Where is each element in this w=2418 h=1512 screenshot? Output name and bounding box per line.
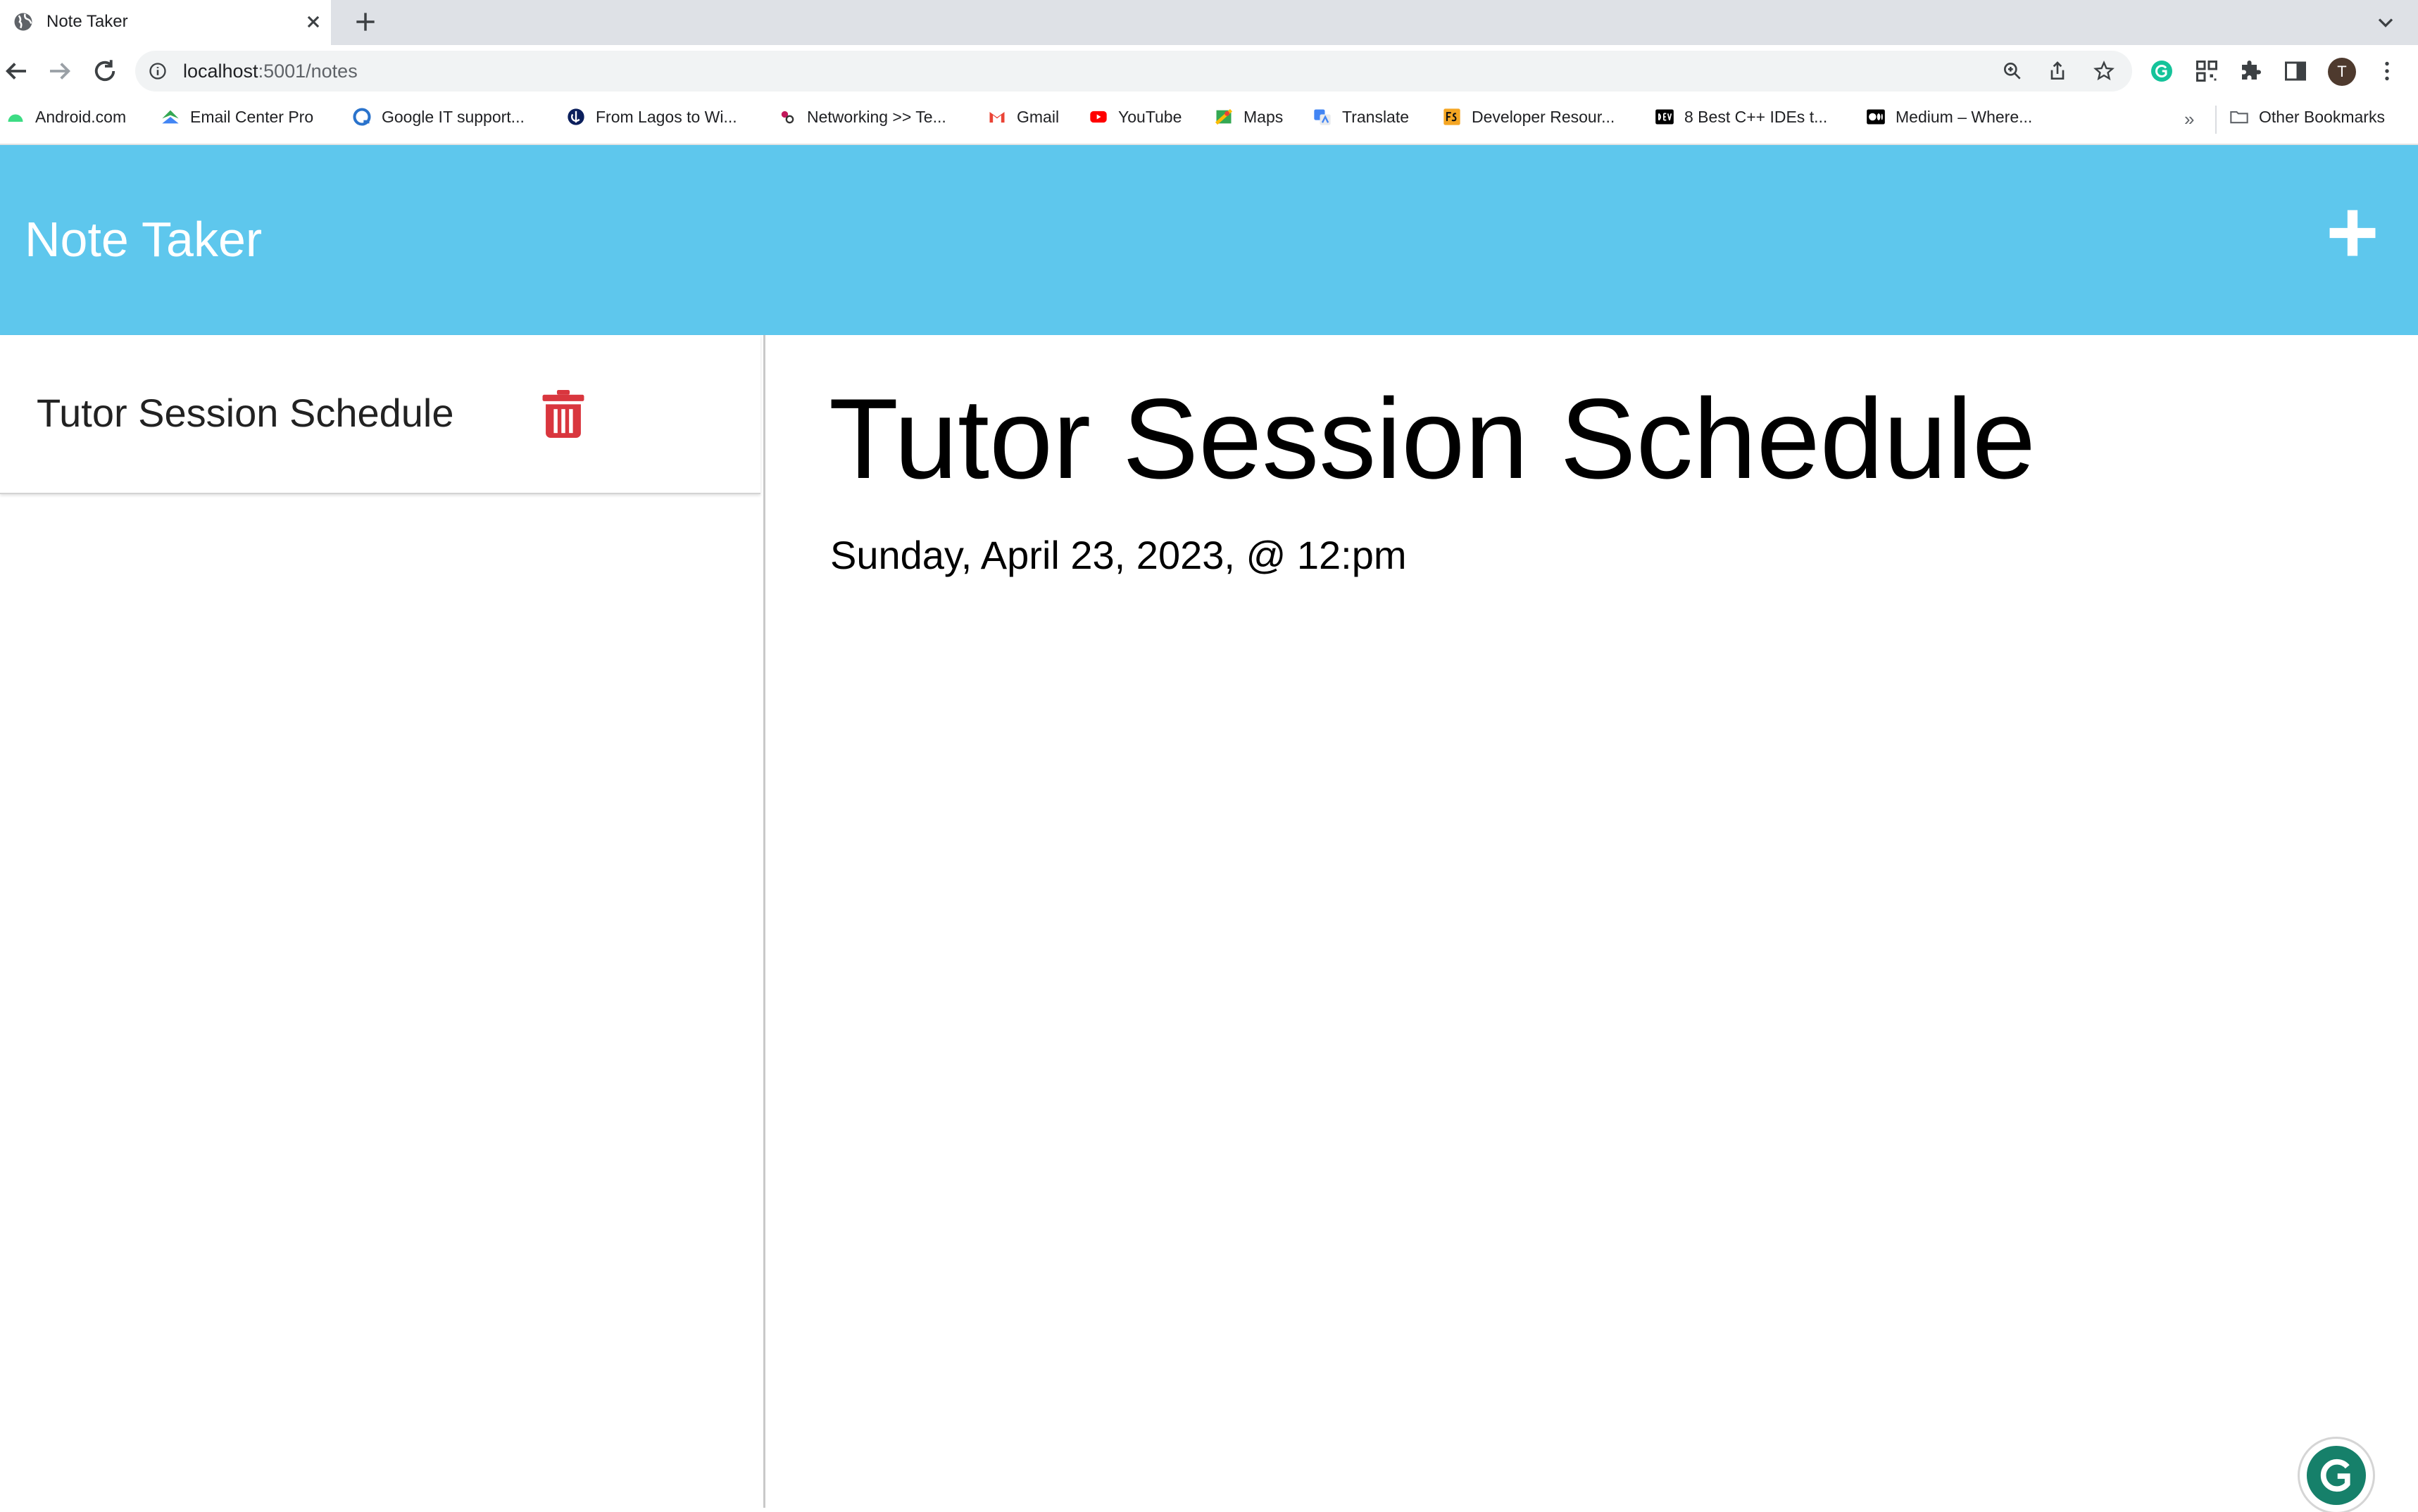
bookmark-label: Google IT support... xyxy=(382,107,525,126)
networking-icon xyxy=(781,111,794,124)
app-title[interactable]: Note Taker xyxy=(25,210,262,269)
side-panel-icon[interactable] xyxy=(2283,58,2308,84)
bookmark-email-center-pro[interactable]: Email Center Pro xyxy=(161,107,313,132)
zoom-icon[interactable] xyxy=(2001,60,2024,82)
bookmark-networking[interactable]: Networking >> Te... xyxy=(777,107,946,132)
bookmarks-bar: Android.com Email Center Pro Google IT s… xyxy=(0,97,2418,145)
star-icon[interactable] xyxy=(2093,60,2115,82)
bookmark-google-it-support[interactable]: Google IT support... xyxy=(352,107,525,132)
new-tab-icon[interactable] xyxy=(352,8,379,35)
bookmark-label: Gmail xyxy=(1017,107,1060,126)
bookmark-developer-resources[interactable]: Developer Resour... xyxy=(1442,107,1615,132)
bookmarks-overflow-button[interactable]: » xyxy=(2184,108,2194,130)
bookmark-label: 8 Best C++ IDEs t... xyxy=(1684,107,1828,126)
add-note-icon[interactable] xyxy=(2324,204,2381,262)
gmail-icon xyxy=(989,112,1005,123)
bookmark-label: Networking >> Te... xyxy=(807,107,946,126)
site-icon xyxy=(568,108,584,125)
android-icon xyxy=(8,114,23,122)
bookmark-label: From Lagos to Wi... xyxy=(596,107,737,126)
back-icon[interactable] xyxy=(1,56,31,86)
note-list-title[interactable]: Tutor Session Schedule xyxy=(37,390,453,436)
close-icon[interactable] xyxy=(301,10,325,34)
dev-icon xyxy=(1655,109,1674,125)
maps-icon xyxy=(1215,108,1233,125)
profile-avatar[interactable]: T xyxy=(2328,58,2356,86)
bookmarks-divider xyxy=(2215,106,2217,134)
bookmark-gmail[interactable]: Gmail xyxy=(987,107,1059,132)
bookmark-translate[interactable]: Translate xyxy=(1313,107,1409,132)
tab-strip: Note Taker xyxy=(0,0,2418,45)
tab-title: Note Taker xyxy=(46,12,128,31)
youtube-icon xyxy=(1090,111,1107,123)
bookmark-label: Developer Resour... xyxy=(1472,107,1615,126)
globe-icon xyxy=(14,13,32,31)
medium-icon xyxy=(1867,109,1885,125)
app-header: Note Taker xyxy=(0,145,2418,335)
coursera-icon xyxy=(353,108,371,126)
url-text: localhost:5001/notes xyxy=(183,59,358,83)
bookmark-label: Translate xyxy=(1342,107,1410,126)
bookmark-android[interactable]: Android.com xyxy=(6,107,126,132)
qr-code-icon[interactable] xyxy=(2194,58,2219,84)
note-editor: Tutor Session Schedule Sunday, April 23,… xyxy=(765,335,2418,1508)
bookmark-medium[interactable]: Medium – Where... xyxy=(1866,107,2032,132)
bookmark-label: Medium – Where... xyxy=(1896,107,2033,126)
reload-icon[interactable] xyxy=(90,56,120,86)
forward-icon[interactable] xyxy=(45,56,75,86)
notes-sidebar: Tutor Session Schedule xyxy=(0,335,765,1508)
chevron-down-icon[interactable] xyxy=(2373,10,2398,35)
trash-icon[interactable] xyxy=(542,390,584,438)
extensions-puzzle-icon[interactable] xyxy=(2238,58,2263,84)
share-icon[interactable] xyxy=(2046,60,2069,82)
bookmark-from-lagos[interactable]: From Lagos to Wi... xyxy=(566,107,737,132)
bookmark-cpp-ides[interactable]: 8 Best C++ IDEs t... xyxy=(1655,107,1827,132)
bookmark-other-bookmarks[interactable]: Other Bookmarks xyxy=(2229,107,2385,132)
email-center-icon xyxy=(162,110,179,124)
bookmark-label: YouTube xyxy=(1118,107,1182,126)
bookmark-label: Maps xyxy=(1244,107,1284,126)
note-title-field[interactable]: Tutor Session Schedule xyxy=(829,376,2036,503)
url-path: :5001/notes xyxy=(258,61,358,82)
bookmark-label: Other Bookmarks xyxy=(2259,107,2385,126)
bookmark-youtube[interactable]: YouTube xyxy=(1089,107,1182,132)
address-bar[interactable]: localhost:5001/notes xyxy=(135,51,2132,92)
grammarly-button[interactable] xyxy=(2300,1439,2373,1512)
fs-icon xyxy=(1443,108,1460,125)
bookmark-label: Email Center Pro xyxy=(190,107,314,126)
more-menu-icon[interactable] xyxy=(2374,58,2400,84)
note-text-field[interactable]: Sunday, April 23, 2023, @ 12:pm xyxy=(830,531,1407,580)
grammarly-icon xyxy=(2307,1446,2366,1505)
url-host: localhost xyxy=(183,61,258,82)
translate-icon xyxy=(1314,109,1331,125)
bookmark-label: Android.com xyxy=(35,107,127,126)
browser-tab[interactable]: Note Taker xyxy=(0,0,331,45)
browser-toolbar: localhost:5001/notes T xyxy=(0,45,2418,97)
info-icon[interactable] xyxy=(148,61,168,81)
folder-icon xyxy=(2230,111,2248,124)
bookmark-maps[interactable]: Maps xyxy=(1214,107,1283,132)
list-item[interactable]: Tutor Session Schedule xyxy=(0,335,760,494)
grammarly-extension-icon[interactable] xyxy=(2149,58,2174,84)
